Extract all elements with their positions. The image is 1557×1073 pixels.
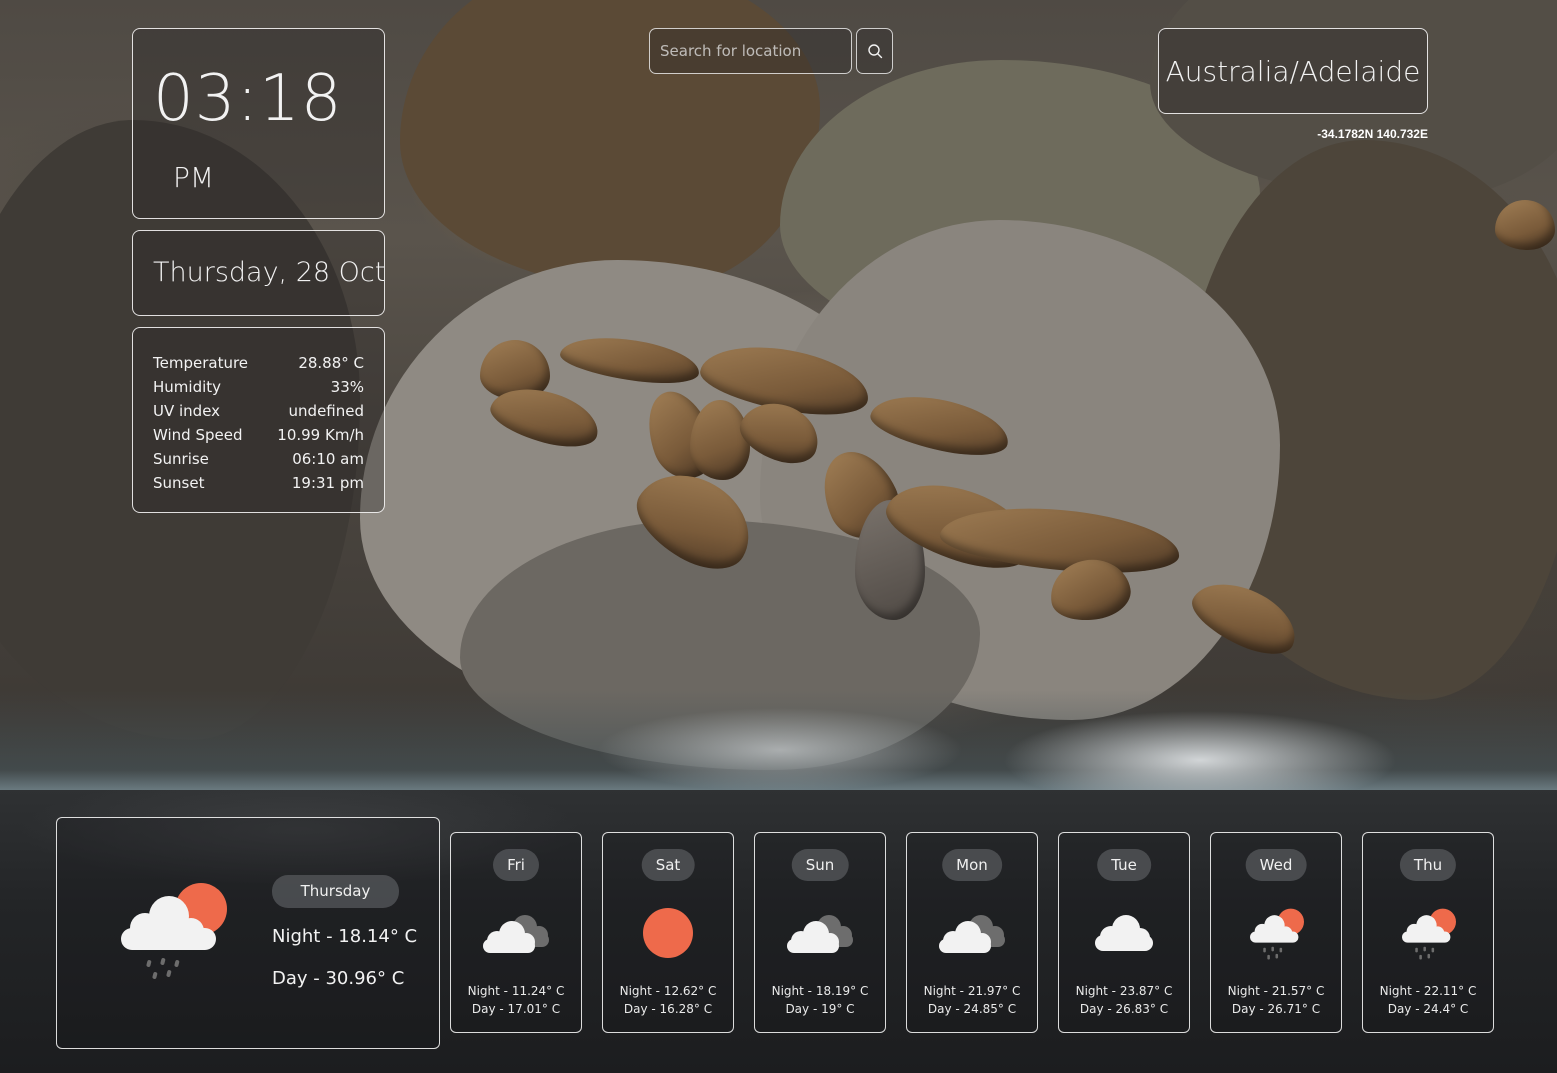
forecast-day-temp: Day - 26.71° C: [1231, 1002, 1321, 1016]
forecast-night-temp: Night - 21.97° C: [923, 984, 1021, 998]
stat-row-sunrise: Sunrise 06:10 am: [153, 447, 364, 471]
rain-cloud-sun-icon: [1250, 908, 1304, 960]
stat-value: 10.99 Km/h: [277, 426, 364, 444]
stat-value: undefined: [288, 402, 364, 420]
forecast-card-thu: Thu Night - 22.11° C Day - 24.4° C: [1362, 832, 1494, 1033]
stat-value: 33%: [330, 378, 364, 396]
forecast-day-label: Mon: [942, 849, 1002, 881]
stat-value: 06:10 am: [292, 450, 364, 468]
stat-label: Wind Speed: [153, 426, 243, 444]
forecast-day-label: Wed: [1245, 849, 1307, 881]
cloud-icon: [1095, 915, 1153, 951]
stat-row-temperature: Temperature 28.88° C: [153, 351, 364, 375]
forecast-card-wed: Wed Night - 21.57° C Day - 26.71° C: [1210, 832, 1342, 1033]
forecast-day-temp: Day - 17.01° C: [471, 1002, 561, 1016]
forecast-card-tue: Tue Night - 23.87° C Day - 26.83° C: [1058, 832, 1190, 1033]
location-card: Australia/Adelaide: [1158, 28, 1428, 114]
cloudy-icon: [483, 914, 549, 953]
stat-label: Sunset: [153, 474, 205, 492]
stat-label: Temperature: [153, 354, 249, 372]
stat-row-humidity: Humidity 33%: [153, 375, 364, 399]
cloudy-icon: [787, 914, 853, 953]
location-coordinates: -34.1782N 140.732E: [1317, 127, 1428, 141]
search-button[interactable]: [856, 28, 893, 74]
forecast-card-sun: Sun Night - 18.19° C Day - 19° C: [754, 832, 886, 1033]
date-card: Thursday, 28 Oct: [132, 230, 385, 316]
forecast-day-label: Thu: [1399, 849, 1457, 881]
stat-row-sunset: Sunset 19:31 pm: [153, 471, 364, 495]
forecast-card-fri: Fri Night - 11.24° C Day - 17.01° C: [450, 832, 582, 1033]
stat-row-wind-speed: Wind Speed 10.99 Km/h: [153, 423, 364, 447]
stat-label: Humidity: [153, 378, 222, 396]
forecast-card-sat: Sat Night - 12.62° C Day - 16.28° C: [602, 832, 734, 1033]
forecast-day-label: Tue: [1097, 849, 1151, 881]
forecast-day-temp: Day - 19° C: [785, 1002, 855, 1016]
stat-label: Sunrise: [153, 450, 209, 468]
forecast-night-temp: Night - 21.57° C: [1227, 984, 1325, 998]
weather-stats-card: Temperature 28.88° C Humidity 33% UV ind…: [132, 327, 385, 513]
cloudy-icon: [939, 914, 1005, 953]
search-input[interactable]: [649, 28, 852, 74]
rain-cloud-sun-icon: [121, 883, 227, 979]
rain-cloud-sun-icon: [1402, 908, 1456, 960]
today-day-temp: Day - 30.96° C: [272, 968, 405, 989]
forecast-day-label: Sat: [641, 849, 695, 881]
forecast-day-temp: Day - 24.4° C: [1387, 1002, 1469, 1016]
stat-value: 19:31 pm: [291, 474, 364, 492]
forecast-day-temp: Day - 24.85° C: [927, 1002, 1017, 1016]
forecast-night-temp: Night - 11.24° C: [467, 984, 565, 998]
forecast-day-temp: Day - 16.28° C: [623, 1002, 713, 1016]
clock-ampm: PM: [173, 161, 215, 194]
forecast-night-temp: Night - 22.11° C: [1379, 984, 1477, 998]
clock-time: 03:18: [153, 62, 343, 136]
forecast-night-temp: Night - 18.19° C: [771, 984, 869, 998]
forecast-day-temp: Day - 26.83° C: [1079, 1002, 1169, 1016]
clock-card: 03:18 PM: [132, 28, 385, 219]
search-icon: [867, 44, 882, 59]
forecast-night-temp: Night - 12.62° C: [619, 984, 717, 998]
stat-row-uv-index: UV index undefined: [153, 399, 364, 423]
stat-label: UV index: [153, 402, 221, 420]
forecast-day-label: Fri: [493, 849, 539, 881]
forecast-card-mon: Mon Night - 21.97° C Day - 24.85° C: [906, 832, 1038, 1033]
forecast-night-temp: Night - 23.87° C: [1075, 984, 1173, 998]
sun-icon: [643, 908, 693, 958]
stat-value: 28.88° C: [298, 354, 364, 372]
today-night-temp: Night - 18.14° C: [272, 926, 418, 947]
today-day-label: Thursday: [272, 875, 399, 908]
forecast-day-label: Sun: [791, 849, 849, 881]
location-name: Australia/Adelaide: [1165, 55, 1421, 88]
current-date: Thursday, 28 Oct: [153, 257, 386, 288]
today-forecast-card: Thursday Night - 18.14° C Day - 30.96° C: [56, 817, 440, 1049]
